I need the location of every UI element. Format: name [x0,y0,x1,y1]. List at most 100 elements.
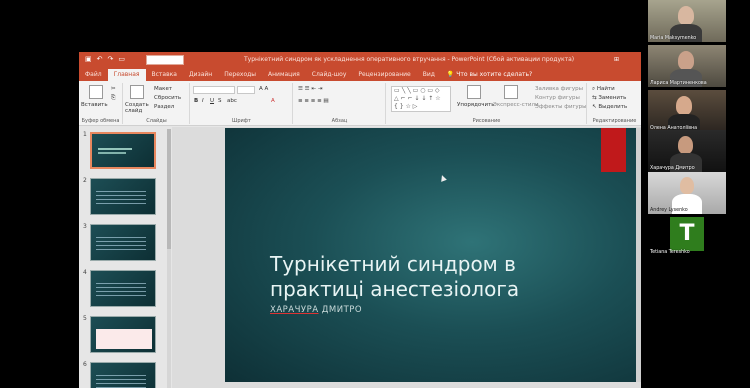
undo-icon[interactable]: ↶ [97,55,103,63]
font-size-input[interactable] [237,86,255,94]
tab-home[interactable]: Главная [107,69,146,81]
participant-tile[interactable]: Харачура Дмитро [648,130,726,172]
tab-slideshow[interactable]: Слайд-шоу [306,69,353,81]
reset-button[interactable]: Сбросить [154,95,181,101]
participant-tile[interactable]: Лариса Мартиненкова [648,45,726,87]
mouse-cursor-icon [439,174,447,182]
bullets-icon[interactable]: ☰ ☰ ⇤ ⇥ [298,86,322,92]
font-name-input[interactable] [193,86,235,94]
window-title: Турнікетний синдром як ускладнення опера… [244,56,575,63]
participant-name: Харачура Дмитро [650,166,695,171]
find-button[interactable]: ⌕ Найти [592,86,615,93]
layout-button[interactable]: Макет [154,86,172,92]
subtitle-surname: ХАРАЧУРА [270,305,319,315]
italic-icon[interactable]: I [202,98,204,104]
thumb-number: 2 [83,177,87,184]
thumb-number: 4 [83,269,87,276]
group-drawing: ▭ ╲ ╲ ▭ ○ ▭ ◇ △ ⌐ ⌐ ↓ ↓ ↑ ☆{ } ☆ ▷ Упоряд… [387,83,587,124]
select-button[interactable]: ↖ Выделить [592,104,627,110]
group-font: A A B I U S abc A Шрифт [191,83,293,124]
participant-tile[interactable]: T Tetiana Tereshko [648,214,726,256]
participant-face [678,136,693,154]
tab-view[interactable]: Вид [417,69,441,81]
tab-transitions[interactable]: Переходы [218,69,262,81]
shadow-icon[interactable]: S [218,98,222,104]
participant-name: Maria Maksymenko [650,36,697,41]
group-clipboard: Вставить ✂ ⎘ Буфер обмена [79,83,123,124]
cut-icon[interactable]: ✂ [111,86,116,92]
slide-thumbnail-6[interactable] [90,362,156,388]
thumb-number: 3 [83,223,87,230]
lightbulb-icon: 💡 [446,71,455,78]
tab-file[interactable]: Файл [79,69,108,81]
thumbnail-scrollbar[interactable] [167,129,171,388]
qat-field[interactable] [146,55,184,65]
save-icon[interactable]: ▣ [85,55,92,63]
ribbon: Вставить ✂ ⎘ Буфер обмена Создать слайд … [79,81,641,126]
bold-icon[interactable]: B [194,98,198,104]
select-label: Выделить [598,104,628,110]
paste-button[interactable]: Вставить [81,102,108,108]
new-slide-icon [130,85,144,99]
arrange-button[interactable]: Упорядочить [457,102,495,108]
current-slide[interactable]: Турнікетний синдром в практиці анестезіо… [225,128,637,382]
participant-avatar: T [670,217,704,251]
paste-icon [89,85,103,99]
participant-name: Tetiana Tereshko [650,250,690,255]
shapes-gallery[interactable]: ▭ ╲ ╲ ▭ ○ ▭ ◇ △ ⌐ ⌐ ↓ ↓ ↑ ☆{ } ☆ ▷ [391,86,451,112]
powerpoint-window: ▣ ↶ ↷ ▭ Турнікетний синдром як ускладнен… [79,52,641,388]
slide-thumbnail-2[interactable] [90,178,156,215]
quick-styles-button[interactable]: Экспресс-стили [493,102,539,108]
grow-font-icon[interactable]: A A [259,86,268,92]
arrange-icon [467,85,481,99]
tab-design[interactable]: Дизайн [183,69,218,81]
slide-scrollbar[interactable] [636,128,641,382]
participants-panel: Maria Maksymenko Лариса Мартиненкова Оле… [648,0,728,388]
shape-outline-button[interactable]: Контур фигуры [535,95,580,101]
window-tools-icon[interactable]: ⊞ [614,56,619,63]
slide-title[interactable]: Турнікетний синдром в практиці анестезіо… [270,252,590,302]
tab-insert[interactable]: Вставка [146,69,183,81]
participant-tile[interactable]: Олена Анатоліївна [648,90,726,132]
align-icon[interactable]: ≡ ≡ ≡ ≡ ▤ [298,98,329,104]
participant-name: Andrey Lysenko [650,208,688,213]
group-label-font: Шрифт [232,118,251,124]
scrollbar-thumb[interactable] [167,129,171,249]
tab-review[interactable]: Рецензирование [352,69,416,81]
copy-icon[interactable]: ⎘ [111,95,115,102]
font-color-icon[interactable]: A [271,98,275,104]
title-bar: ▣ ↶ ↷ ▭ Турнікетний синдром як ускладнен… [79,52,641,69]
find-label: Найти [596,86,615,92]
slide-thumbnail-4[interactable] [90,270,156,307]
tell-me-text: Что вы хотите сделать? [456,71,533,78]
slide-thumbnail-pane: 1 2 3 4 5 6 [79,127,171,388]
slide-thumbnail-3[interactable] [90,224,156,261]
participant-face [678,6,694,25]
new-slide-button[interactable]: Создать слайд [125,102,151,114]
slide-thumbnail-1[interactable] [90,132,156,169]
slide-subtitle[interactable]: ХАРАЧУРА ДМИТРО [270,305,362,315]
subtitle-firstname: ДМИТРО [321,305,363,315]
redo-icon[interactable]: ↷ [108,55,114,63]
participant-face [676,96,692,115]
slide-thumbnail-5[interactable] [90,316,156,353]
thumb-number: 5 [83,315,87,322]
tell-me-box[interactable]: 💡 Что вы хотите сделать? [441,69,538,81]
group-editing: ⌕ Найти ⇆ Заменить ↖ Выделить Редактиров… [588,83,641,124]
underline-icon[interactable]: U [210,98,214,104]
video-conference-screen: ▣ ↶ ↷ ▭ Турнікетний синдром як ускладнен… [0,0,750,388]
section-button[interactable]: Раздел [154,104,174,110]
shape-effects-button[interactable]: Эффекты фигуры [535,104,587,110]
strikethrough-icon[interactable]: abc [227,98,237,104]
tab-animations[interactable]: Анимация [262,69,306,81]
thumb-number: 6 [83,361,87,368]
start-slideshow-icon[interactable]: ▭ [118,55,125,63]
group-label-paragraph: Абзац [331,118,348,124]
participant-tile[interactable]: Andrey Lysenko [648,172,726,214]
replace-label: Заменить [598,95,627,101]
participant-tile[interactable]: Maria Maksymenko [648,0,726,42]
thumb-number: 1 [83,131,87,138]
shape-fill-button[interactable]: Заливка фигуры [535,86,583,92]
group-paragraph: ☰ ☰ ⇤ ⇥ ≡ ≡ ≡ ≡ ▤ Абзац [294,83,386,124]
replace-button[interactable]: ⇆ Заменить [592,95,626,101]
